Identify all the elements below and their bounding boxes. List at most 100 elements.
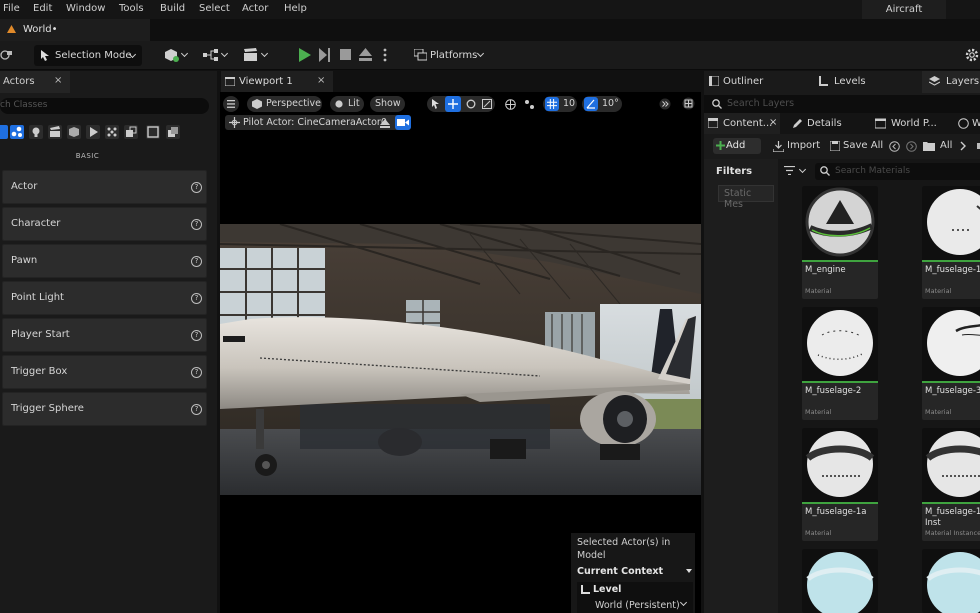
save-all-button[interactable]: Save All [843, 140, 883, 151]
chevron-down-icon[interactable] [798, 165, 807, 174]
stop-icon[interactable] [340, 49, 351, 60]
eject-icon[interactable] [359, 48, 372, 61]
level-context-box[interactable]: Level World (Persistent) [577, 582, 693, 613]
help-icon[interactable]: ? [191, 182, 202, 193]
layout-icon[interactable] [682, 97, 695, 110]
advance-frame-icon[interactable] [319, 48, 331, 62]
actor-item-trigger-sphere[interactable]: Trigger Sphere ? [2, 392, 207, 426]
viewport-tab[interactable]: Viewport 1 × [221, 71, 333, 92]
tab-layers[interactable]: Layers [922, 71, 980, 93]
asset-tile[interactable] [922, 549, 980, 613]
geometry-category-icon[interactable] [86, 125, 100, 139]
rotate-tool-icon[interactable] [466, 99, 476, 109]
close-icon[interactable]: × [317, 75, 325, 86]
tab-content-browser[interactable]: Content... × [704, 113, 780, 134]
recent-category-icon[interactable] [0, 125, 8, 139]
perspective-button[interactable]: Perspective [247, 96, 322, 112]
chevron-down-icon[interactable] [679, 598, 688, 607]
level-viewport[interactable]: Perspective Lit Show 10 10° Pilot Actor:… [220, 92, 701, 613]
tab-world-partition[interactable]: World P... [891, 118, 937, 129]
more-category-icon[interactable] [166, 125, 180, 139]
asset-search-input[interactable]: Search Materials [815, 163, 980, 180]
tab-details[interactable]: Details [807, 118, 842, 129]
grid-snap-toggle[interactable] [545, 97, 559, 111]
rotation-snap-toggle[interactable] [584, 97, 598, 111]
play-icon[interactable] [299, 48, 311, 62]
menu-tools[interactable]: Tools [119, 3, 144, 14]
settings-gear-icon[interactable] [964, 47, 980, 63]
help-icon[interactable]: ? [191, 219, 202, 230]
menu-actor[interactable]: Actor [242, 3, 268, 14]
rotation-snap-button[interactable]: 10° [582, 96, 622, 112]
eject-pilot-icon[interactable] [380, 119, 390, 128]
place-actors-tab[interactable]: Actors × [0, 71, 70, 93]
level-tab[interactable]: World• [0, 19, 150, 41]
surface-snap-icon[interactable] [524, 99, 535, 110]
asset-tile[interactable]: M_fuselage-1a Inst Material Instance [922, 428, 980, 541]
menu-window[interactable]: Window [66, 3, 105, 14]
menu-edit[interactable]: Edit [33, 3, 52, 14]
volumes-category-icon[interactable] [105, 125, 119, 139]
filter-list-icon[interactable] [784, 166, 795, 175]
actor-item-actor[interactable]: Actor ? [2, 170, 207, 204]
translate-tool-button[interactable] [445, 96, 461, 112]
asset-tile[interactable] [802, 549, 878, 613]
camera-view-button[interactable] [395, 115, 411, 130]
more-options-icon[interactable] [383, 48, 387, 62]
grid-snap-button[interactable]: 10 [543, 96, 577, 112]
menu-build[interactable]: Build [160, 3, 185, 14]
add-button[interactable]: Add [713, 138, 761, 154]
expand-toolbar-icon[interactable] [659, 98, 671, 110]
history-back-icon[interactable] [889, 141, 900, 152]
help-icon[interactable]: ? [191, 330, 202, 341]
save-icon[interactable] [0, 49, 12, 61]
collapse-triangle-icon[interactable] [686, 569, 692, 573]
asset-tile[interactable]: M_fuselage-1 Material [922, 186, 980, 299]
asset-tile[interactable]: M_engine Material [802, 186, 878, 299]
all-classes-category-icon[interactable] [146, 125, 160, 139]
actor-item-character[interactable]: Character ? [2, 207, 207, 241]
actor-item-point-light[interactable]: Point Light ? [2, 281, 207, 315]
basic-category-icon[interactable] [10, 125, 24, 139]
tab-extra[interactable]: W [972, 118, 980, 129]
viewport-options-button[interactable] [223, 96, 239, 112]
chevron-right-icon[interactable] [960, 141, 967, 151]
add-actor-button[interactable] [163, 45, 189, 66]
actor-item-trigger-box[interactable]: Trigger Box ? [2, 355, 207, 389]
scale-tool-icon[interactable] [482, 99, 492, 109]
asset-tile[interactable]: M_fuselage-3 Material [922, 307, 980, 420]
menu-select[interactable]: Select [199, 3, 230, 14]
class-search-input[interactable]: ch Classes [0, 98, 209, 114]
help-icon[interactable]: ? [191, 404, 202, 415]
asset-tile[interactable]: M_fuselage-1a Material [802, 428, 878, 541]
menu-file[interactable]: File [3, 3, 20, 14]
help-icon[interactable]: ? [191, 293, 202, 304]
select-tool-icon[interactable] [431, 99, 440, 109]
help-icon[interactable]: ? [191, 256, 202, 267]
path-all[interactable]: All [940, 140, 952, 151]
menu-help[interactable]: Help [284, 3, 307, 14]
close-icon[interactable]: × [769, 117, 777, 128]
close-icon[interactable]: × [54, 75, 62, 86]
asset-tile[interactable]: M_fuselage-2 Material [802, 307, 878, 420]
tab-outliner[interactable]: Outliner [723, 76, 763, 87]
show-button[interactable]: Show [370, 96, 405, 112]
platforms-button[interactable]: Platforms [414, 45, 494, 66]
cinematics-button[interactable] [243, 45, 269, 66]
visual-effects-category-icon[interactable] [67, 125, 81, 139]
selection-mode-button[interactable]: Selection Mode [34, 45, 142, 66]
world-space-icon[interactable] [505, 99, 516, 110]
history-forward-icon[interactable] [906, 141, 917, 152]
layer-search-input[interactable]: Search Layers [704, 95, 980, 113]
view-mode-button[interactable]: Lit [330, 96, 364, 112]
actor-item-pawn[interactable]: Pawn ? [2, 244, 207, 278]
lights-category-icon[interactable] [29, 125, 43, 139]
import-button[interactable]: Import [787, 140, 820, 151]
tab-levels[interactable]: Levels [834, 76, 866, 87]
shapes-category-icon[interactable] [124, 125, 138, 139]
filter-chip-static-mesh[interactable]: Static Mes [718, 185, 774, 210]
blueprint-button[interactable] [203, 45, 229, 66]
actor-item-player-start[interactable]: Player Start ? [2, 318, 207, 352]
cinematic-category-icon[interactable] [48, 125, 62, 139]
help-icon[interactable]: ? [191, 367, 202, 378]
